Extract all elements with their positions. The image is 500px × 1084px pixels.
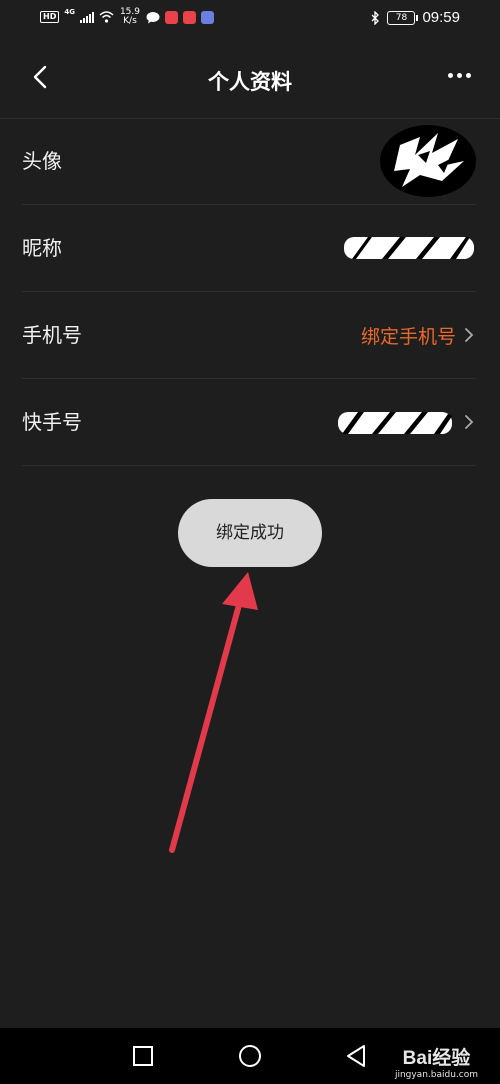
hd-indicator: HD bbox=[40, 11, 60, 23]
row-avatar[interactable]: 头像 bbox=[22, 118, 476, 205]
chevron-right-icon bbox=[465, 415, 474, 429]
nickname-value-redacted bbox=[342, 205, 476, 291]
annotation-arrow bbox=[169, 572, 258, 853]
row-kuaishou-id[interactable]: 快手号 bbox=[22, 379, 476, 466]
recent-apps-icon[interactable] bbox=[129, 1042, 157, 1070]
row-nickname[interactable]: 昵称 bbox=[22, 205, 476, 292]
row-label-nickname: 昵称 bbox=[22, 236, 62, 260]
status-right: 78 09:59 bbox=[371, 9, 460, 26]
kuaishou-id-redaction bbox=[338, 412, 452, 434]
toast-message: 绑定成功 bbox=[178, 499, 322, 567]
avatar-image-redacted bbox=[380, 125, 476, 197]
app-notification-icon bbox=[164, 10, 178, 24]
more-options-icon[interactable] bbox=[444, 68, 474, 82]
watermark: Bai经验 jingyan.baidu.com bbox=[395, 1043, 478, 1080]
row-label-kuaishou-id: 快手号 bbox=[22, 410, 82, 434]
bind-phone-link[interactable]: 绑定手机号 bbox=[361, 322, 456, 349]
home-icon[interactable] bbox=[236, 1042, 264, 1070]
status-left: HD 4G 15.9 K/s bbox=[40, 8, 214, 26]
avatar[interactable] bbox=[380, 118, 476, 204]
speed-unit: K/s bbox=[123, 16, 137, 26]
battery-icon: 78 bbox=[387, 10, 419, 25]
back-nav-icon[interactable] bbox=[342, 1042, 370, 1070]
book-app-icon bbox=[182, 10, 196, 24]
signal-icon bbox=[79, 11, 94, 23]
music-app-icon bbox=[200, 10, 214, 24]
watermark-url: jingyan.baidu.com bbox=[394, 1070, 478, 1080]
header: 个人资料 bbox=[0, 38, 500, 119]
navigation-bar: Bai经验 jingyan.baidu.com bbox=[0, 1028, 500, 1084]
message-icon bbox=[146, 11, 160, 23]
network-speed: 15.9 K/s bbox=[119, 8, 141, 26]
network-type: 4G bbox=[64, 8, 75, 16]
watermark-logo: Bai经验 bbox=[402, 1048, 471, 1069]
bluetooth-icon bbox=[371, 10, 380, 25]
chevron-right-icon bbox=[465, 328, 474, 342]
kuaishou-id-redacted bbox=[334, 379, 456, 465]
row-label-phone: 手机号 bbox=[22, 323, 82, 347]
row-phone[interactable]: 手机号 绑定手机号 bbox=[22, 292, 476, 379]
clock: 09:59 bbox=[422, 9, 460, 26]
row-label-avatar: 头像 bbox=[22, 149, 62, 173]
status-bar: HD 4G 15.9 K/s 78 09:59 bbox=[0, 0, 500, 38]
nickname-redaction bbox=[344, 237, 474, 259]
row-value-phone[interactable]: 绑定手机号 bbox=[361, 292, 476, 378]
page-title: 个人资料 bbox=[208, 70, 292, 94]
wifi-icon bbox=[99, 11, 114, 23]
